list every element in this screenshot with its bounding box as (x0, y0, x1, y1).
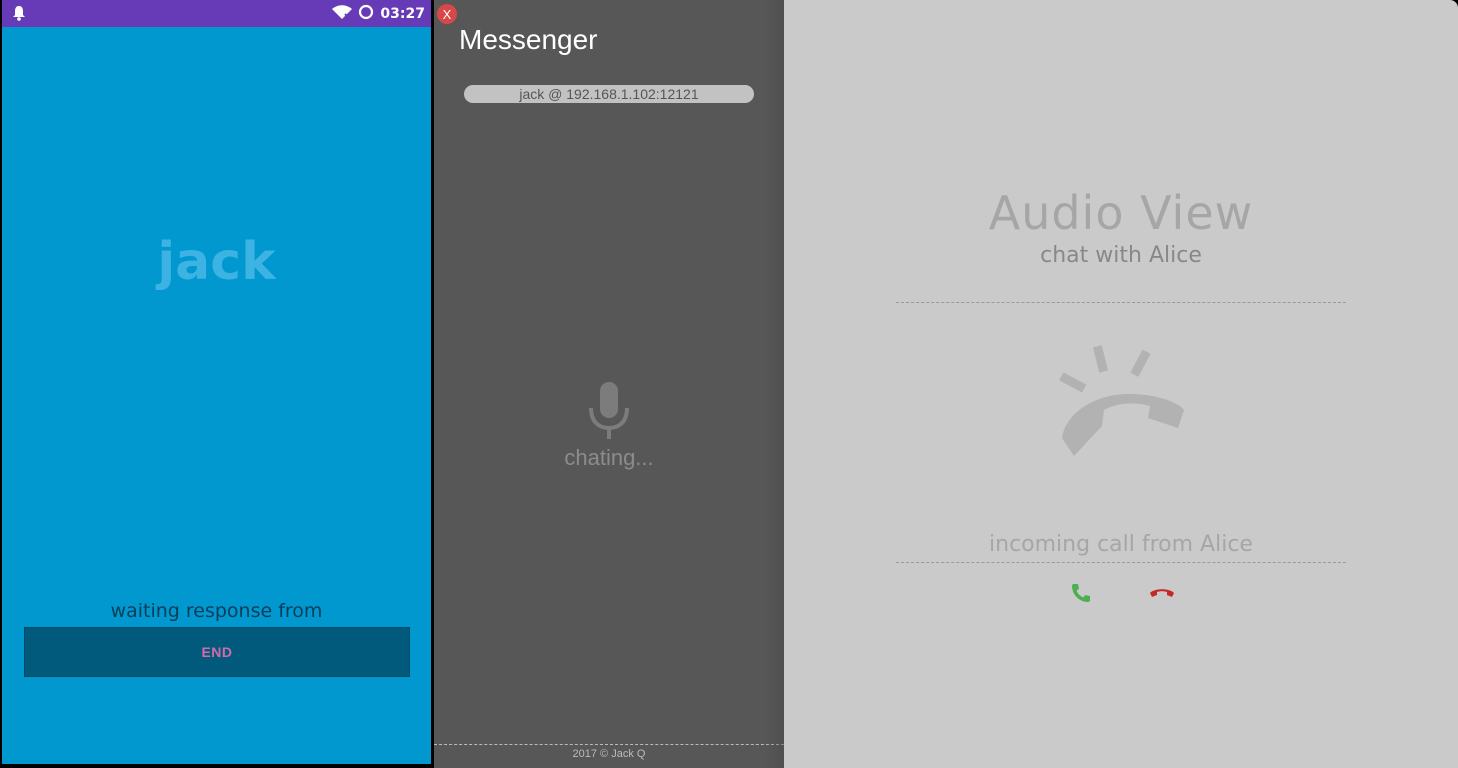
notification-bell-icon (12, 5, 26, 26)
close-button[interactable]: X (437, 4, 457, 24)
peer-address: jack @ 192.168.1.102:12121 (464, 85, 754, 103)
audio-view-subtitle: chat with Alice (1040, 243, 1202, 268)
ringing-phone-icon (1056, 340, 1190, 469)
audio-view-panel: Audio View chat with Alice incoming call… (784, 0, 1458, 768)
status-time: 03:27 (380, 6, 425, 22)
status-bar: 03:27 (2, 0, 431, 27)
messenger-title: Messenger (459, 24, 598, 55)
divider (896, 302, 1346, 303)
footer-divider (434, 744, 784, 745)
chat-status: chating... (564, 445, 654, 470)
divider (896, 562, 1346, 563)
end-call-button[interactable]: END (24, 627, 410, 677)
audio-view-title: Audio View (988, 186, 1254, 240)
copyright-text: 2017 © Jack Q (572, 748, 646, 760)
messenger-panel: X Messenger jack @ 192.168.1.102:12121 c… (434, 0, 784, 768)
decline-call-icon[interactable] (1148, 582, 1176, 609)
caller-name: jack (157, 232, 276, 292)
accept-call-icon[interactable] (1070, 582, 1092, 609)
waiting-text: waiting response from (110, 600, 323, 622)
wifi-icon (332, 5, 353, 23)
incoming-call-text: incoming call from Alice (989, 532, 1253, 557)
phone-screen: 03:27 jack waiting response from END (2, 0, 431, 764)
sync-icon (358, 4, 374, 24)
microphone-icon (586, 382, 632, 447)
